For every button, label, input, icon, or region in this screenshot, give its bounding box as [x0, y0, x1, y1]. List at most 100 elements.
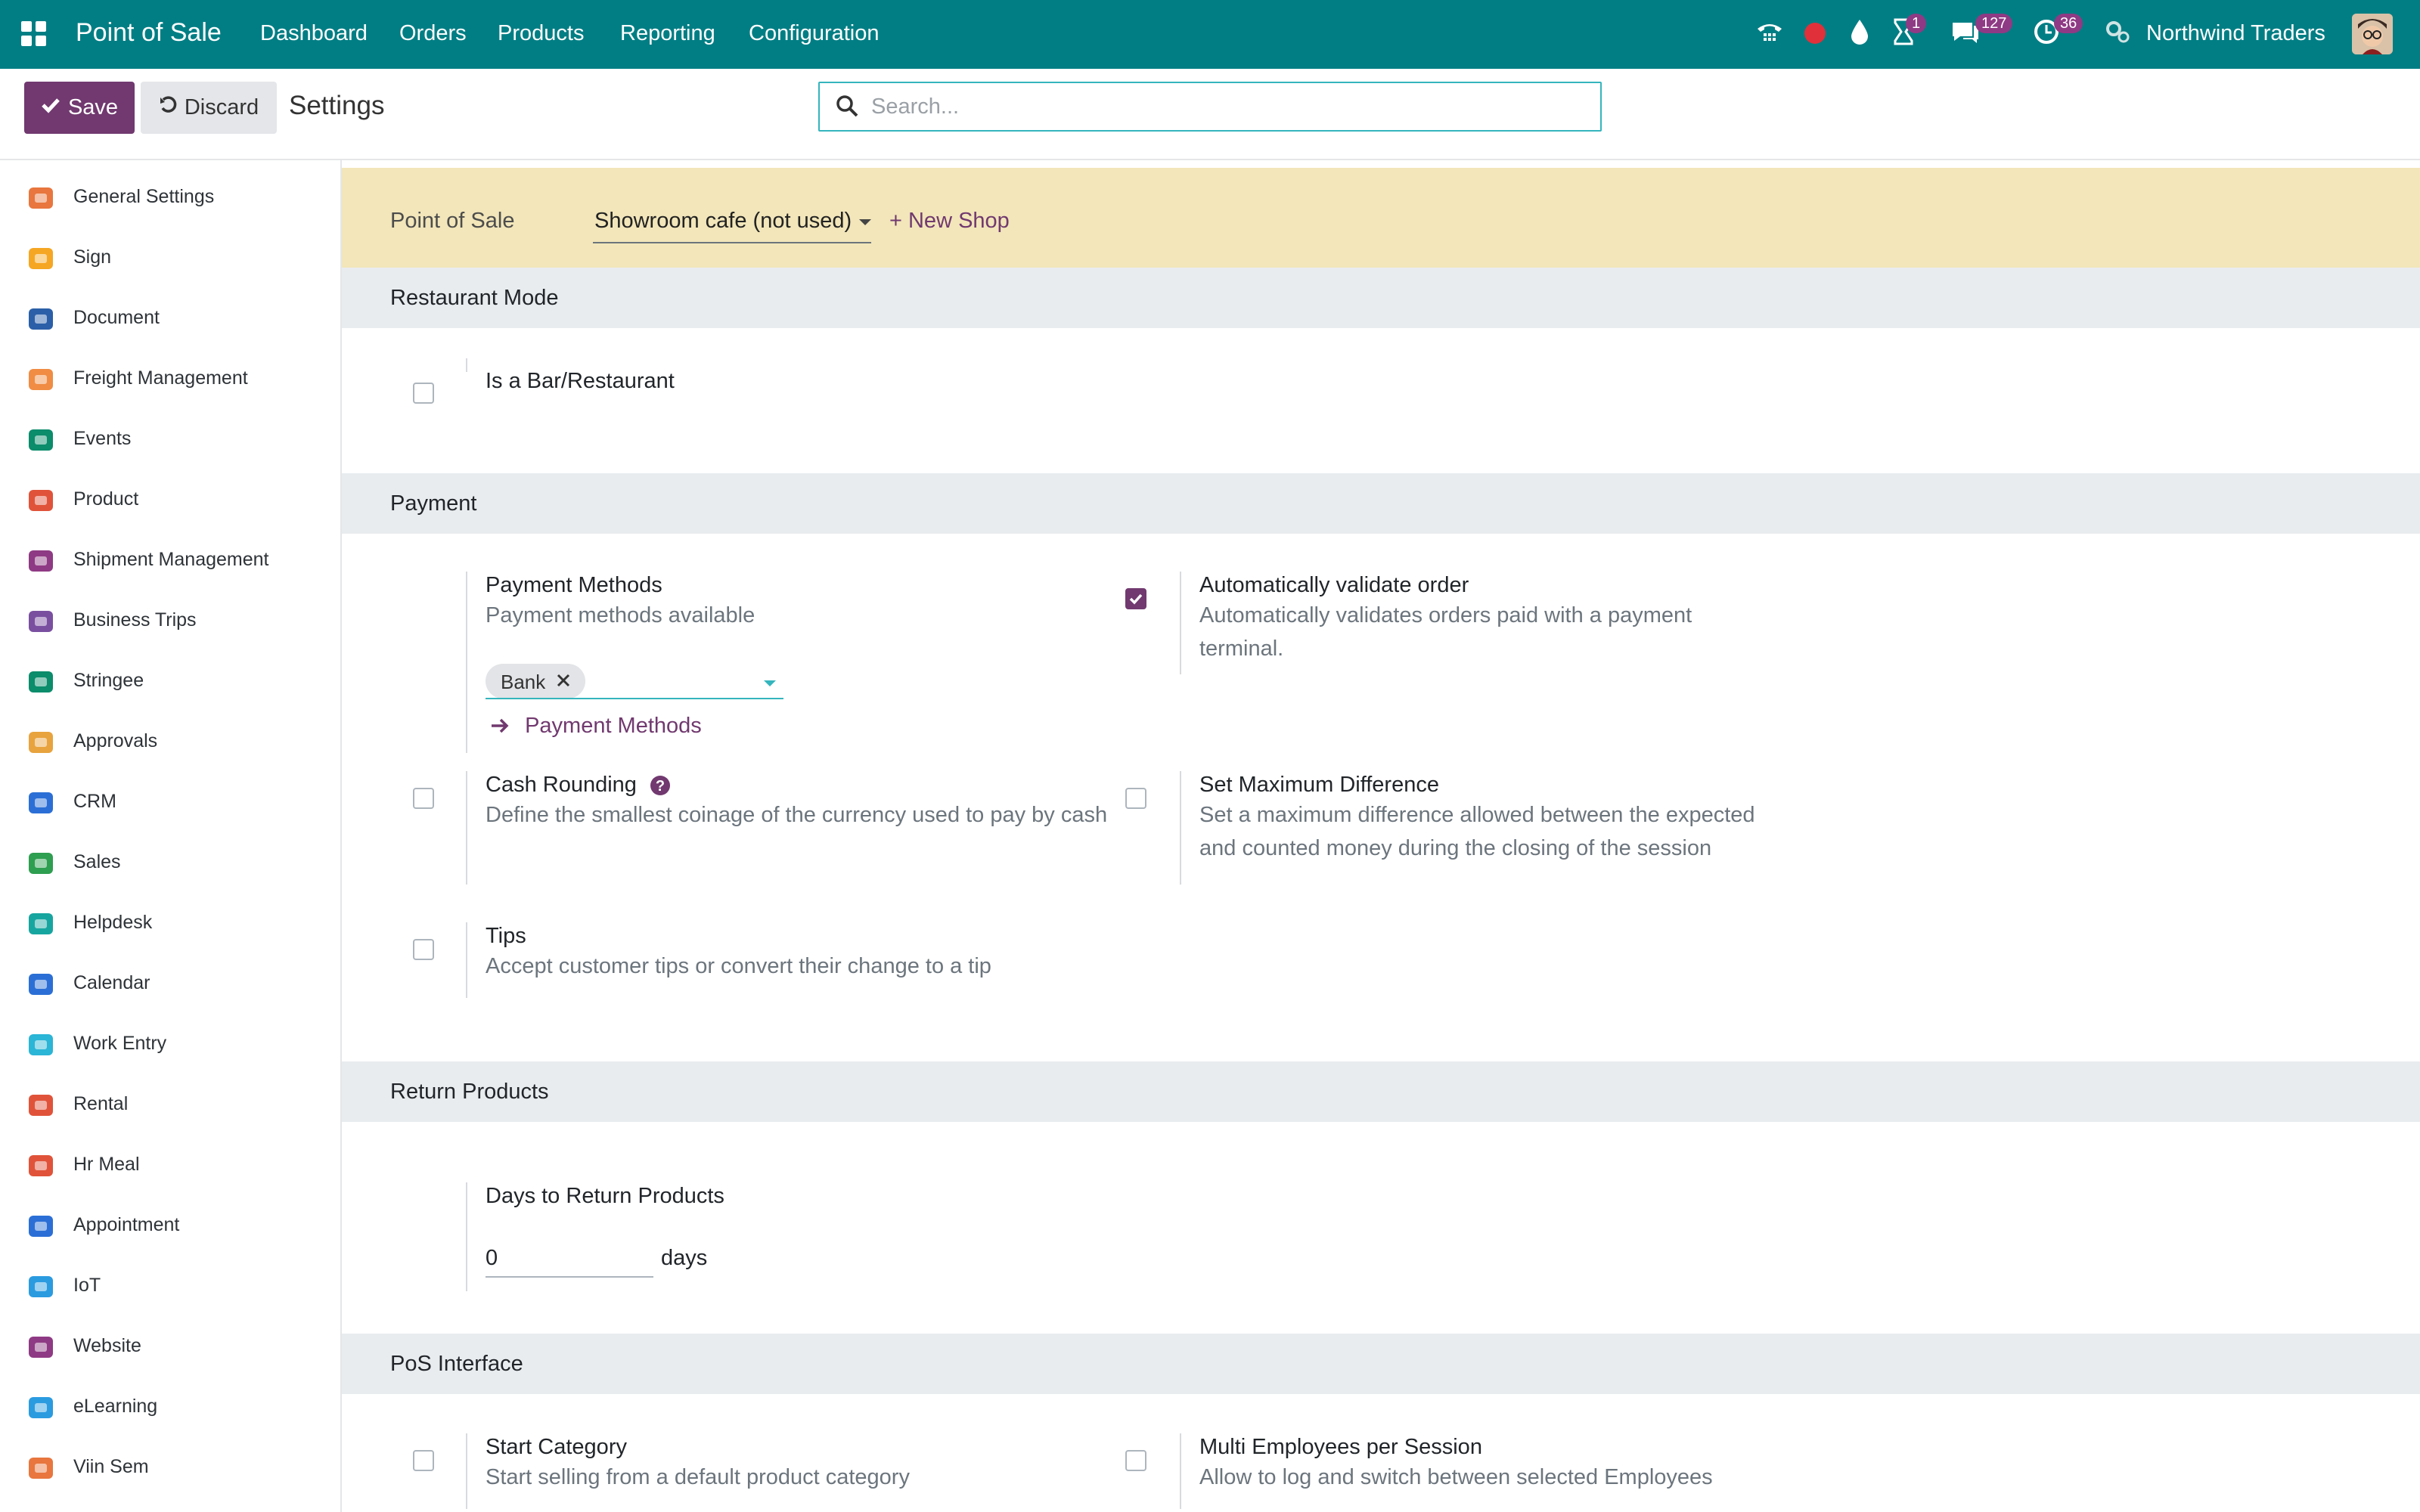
sidebar-item-label: Shipment Management [73, 549, 269, 570]
sidebar-item-iot[interactable]: IoT [0, 1263, 339, 1308]
sidebar-item-label: eLearning [73, 1396, 158, 1417]
app-title[interactable]: Point of Sale [76, 18, 222, 48]
helpdesk-icon [26, 909, 56, 939]
business-trips-icon [26, 606, 56, 637]
section-title: Payment [390, 491, 477, 516]
sidebar-item-calendar[interactable]: Calendar [0, 960, 339, 1005]
sidebar-item-helpdesk[interactable]: Helpdesk [0, 900, 339, 945]
auto-validate-desc: Automatically validates orders paid with… [1199, 603, 1692, 661]
website-icon [26, 1332, 56, 1362]
sidebar-item-approvals[interactable]: Approvals [0, 718, 339, 764]
sidebar-item-viin-sem[interactable]: Viin Sem [0, 1444, 339, 1489]
section-title: Return Products [390, 1080, 549, 1104]
sidebar-item-stringee[interactable]: Stringee [0, 658, 339, 703]
sidebar-item-label: Rental [73, 1093, 129, 1114]
divider [466, 1182, 467, 1291]
days-return-title: Days to Return Products [486, 1184, 724, 1208]
menu-reporting[interactable]: Reporting [620, 21, 715, 46]
max-difference-checkbox[interactable] [1125, 788, 1146, 809]
start-category-checkbox[interactable] [413, 1450, 434, 1471]
sidebar-item-shipment-management[interactable]: Shipment Management [0, 537, 339, 582]
sidebar-item-label: Sign [73, 246, 112, 268]
viin-sem-icon [26, 1453, 56, 1483]
divider [466, 1433, 467, 1509]
discard-button[interactable]: Discard [141, 82, 277, 134]
app-grid-icon[interactable] [21, 21, 47, 47]
sidebar-item-label: Website [73, 1335, 141, 1356]
shop-select[interactable]: Showroom cafe (not used) [593, 198, 871, 243]
check-icon [41, 95, 60, 121]
menu-configuration[interactable]: Configuration [749, 21, 880, 46]
phone-icon[interactable] [1754, 17, 1785, 51]
cash-rounding-checkbox[interactable] [413, 788, 434, 809]
divider [1180, 1433, 1181, 1509]
tag-remove-icon[interactable] [555, 671, 572, 694]
sidebar-item-sign[interactable]: Sign [0, 234, 339, 280]
chat-icon[interactable]: 127 [1950, 14, 2013, 51]
sidebar-item-freight-management[interactable]: Freight Management [0, 355, 339, 401]
menu-dashboard[interactable]: Dashboard [260, 21, 368, 46]
clock-badge: 36 [2054, 14, 2083, 33]
sidebar-item-label: Events [73, 428, 132, 449]
sidebar-item-label: CRM [73, 791, 116, 812]
search-box[interactable] [818, 82, 1602, 132]
payment-methods-title: Payment Methods [486, 573, 662, 597]
hourglass-icon[interactable]: 1 [1891, 14, 1927, 51]
divider [1180, 572, 1181, 674]
sidebar-item-appointment[interactable]: Appointment [0, 1202, 339, 1247]
sidebar-item-label: Sales [73, 851, 121, 872]
multi-employees-checkbox[interactable] [1125, 1450, 1146, 1471]
sidebar-item-website[interactable]: Website [0, 1323, 339, 1368]
tips-title: Tips [486, 924, 526, 948]
payment-methods-link[interactable]: Payment Methods [490, 714, 702, 739]
drop-icon[interactable] [1847, 17, 1872, 51]
gears-icon[interactable] [2102, 17, 2133, 51]
avatar[interactable] [2352, 14, 2393, 54]
sidebar-item-events[interactable]: Events [0, 416, 339, 461]
days-return-input[interactable]: 0 [486, 1241, 653, 1278]
help-icon[interactable]: ? [649, 774, 672, 801]
tips-checkbox[interactable] [413, 939, 434, 960]
menu-products[interactable]: Products [498, 21, 584, 46]
save-label: Save [67, 95, 119, 119]
sidebar-item-hr-meal[interactable]: Hr Meal [0, 1142, 339, 1187]
sidebar-item-document[interactable]: Document [0, 295, 339, 340]
sidebar-item-label: Document [73, 307, 160, 328]
section-header-restaurant: Restaurant Mode [342, 268, 2420, 328]
sales-icon [26, 848, 56, 878]
sidebar-item-sales[interactable]: Sales [0, 839, 339, 885]
section-title: PoS Interface [390, 1352, 523, 1376]
sidebar-item-work-entry[interactable]: Work Entry [0, 1021, 339, 1066]
chevron-down-icon[interactable] [764, 680, 776, 686]
sidebar-item-product[interactable]: Product [0, 476, 339, 522]
save-button[interactable]: Save [24, 82, 135, 134]
crm-icon [26, 788, 56, 818]
document-icon [26, 304, 56, 334]
new-shop-link[interactable]: + New Shop [889, 209, 1010, 234]
bar-restaurant-checkbox[interactable] [413, 383, 434, 404]
menu-orders[interactable]: Orders [399, 21, 467, 46]
payment-methods-input[interactable] [486, 698, 783, 699]
search-icon [835, 94, 859, 122]
search-input[interactable] [870, 89, 1584, 124]
freight-icon [26, 364, 56, 395]
payment-methods-desc: Payment methods available [486, 603, 755, 627]
sidebar-item-business-trips[interactable]: Business Trips [0, 597, 339, 643]
clock-icon[interactable]: 36 [2031, 14, 2083, 51]
events-icon [26, 425, 56, 455]
sidebar-item-general-settings[interactable]: General Settings [0, 174, 339, 219]
divider [466, 572, 467, 753]
stringee-icon [26, 667, 56, 697]
company-switcher[interactable]: Northwind Traders [2146, 21, 2325, 46]
sidebar-item-rental[interactable]: Rental [0, 1081, 339, 1126]
sidebar-item-label: Stringee [73, 670, 144, 691]
sidebar-item-elearning[interactable]: eLearning [0, 1383, 339, 1429]
auto-validate-checkbox[interactable] [1125, 588, 1146, 609]
settings-content: Point of Sale Showroom cafe (not used) +… [342, 160, 2420, 1512]
sidebar-item-label: Product [73, 488, 139, 510]
sidebar-item-crm[interactable]: CRM [0, 779, 339, 824]
sidebar-item-label: Work Entry [73, 1033, 167, 1054]
days-unit: days [661, 1246, 708, 1270]
record-dot-icon[interactable] [1804, 23, 1826, 44]
cash-rounding-desc: Define the smallest coinage of the curre… [486, 803, 1108, 827]
